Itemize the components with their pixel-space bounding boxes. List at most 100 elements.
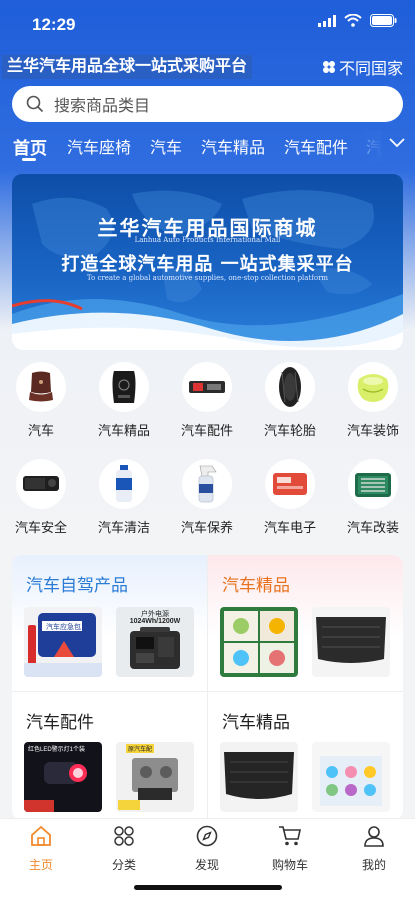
battery-icon	[370, 14, 397, 27]
category-label: 汽车配件	[180, 423, 233, 438]
product-thumb[interactable]: 红色LED警示灯1个装	[24, 742, 102, 812]
category-car-parts[interactable]: 汽车配件	[170, 362, 244, 439]
tab-car-parts[interactable]: 汽车配件	[284, 134, 348, 158]
card-title: 汽车配件	[26, 713, 94, 732]
category-label: 汽车精品	[97, 423, 150, 438]
category-cleaning[interactable]: 汽车清洁	[87, 459, 161, 536]
card-self-drive[interactable]: 汽车自驾产品 汽车应急包 户外电源 1024Wh/1200W	[12, 555, 207, 691]
card-title: 汽车自驾产品	[26, 576, 128, 595]
tool-case-icon	[355, 473, 391, 497]
category-icon-wrap	[182, 459, 232, 509]
product-thumb[interactable]: 户外电源 1024Wh/1200W	[116, 607, 194, 677]
carousel-dot[interactable]	[180, 336, 194, 341]
product-thumb[interactable]	[312, 742, 390, 812]
tabbar-label: 主页	[28, 858, 53, 872]
tire-icon	[279, 367, 301, 407]
dashcam-icon	[23, 476, 59, 491]
home-indicator	[134, 885, 282, 890]
card-parts[interactable]: 汽车配件 红色LED警示灯1个装 原汽车配	[12, 692, 207, 820]
category-label: 汽车电子	[263, 520, 316, 535]
search-input[interactable]: 搜索商品类目	[12, 86, 403, 122]
tab-car[interactable]: 汽车	[150, 134, 182, 158]
user-icon	[364, 826, 384, 847]
category-maintenance[interactable]: 汽车保养	[170, 459, 244, 536]
category-label: 汽车安全	[14, 520, 67, 535]
category-car-boutique[interactable]: 汽车精品	[87, 362, 161, 439]
home-icon	[31, 825, 51, 846]
air-freshener-icon	[357, 374, 389, 402]
category-safety[interactable]: 汽车安全	[4, 459, 78, 536]
category-icon-wrap	[265, 362, 315, 412]
status-bar: 12:29	[0, 0, 415, 50]
clover-icon	[322, 61, 335, 73]
country-label: 不同国家	[338, 61, 403, 78]
category-decoration[interactable]: 汽车装饰	[336, 362, 410, 439]
tabbar-me[interactable]: 我的	[344, 825, 404, 873]
tab-home[interactable]: 首页	[13, 134, 47, 159]
tabbar-category[interactable]: 分类	[94, 825, 154, 873]
system-icons	[318, 14, 397, 27]
product-thumb[interactable]: 汽车应急包	[24, 607, 102, 677]
chevron-down-icon[interactable]	[389, 138, 405, 148]
category-tires[interactable]: 汽车轮胎	[253, 362, 327, 439]
seat-cushion-icon	[29, 371, 53, 402]
spray-bottle-icon	[198, 465, 217, 503]
status-time: 12:29	[32, 15, 76, 34]
wifi-icon	[344, 14, 362, 27]
title-bar: 兰华汽车用品全球一站式采购平台 不同国家	[0, 55, 415, 81]
freshener-display-image	[320, 756, 382, 806]
category-label: 汽车改装	[346, 520, 399, 535]
thumb-caption: 汽车应急包	[46, 624, 81, 631]
country-selector[interactable]: 不同国家	[322, 55, 403, 79]
carousel-dot[interactable]	[211, 336, 216, 341]
led-warning-light-image	[24, 762, 87, 812]
power-station-image	[130, 627, 180, 669]
category-icon-wrap	[99, 459, 149, 509]
tabbar-discover[interactable]: 发现	[177, 825, 237, 873]
tab-car-boutique[interactable]: 汽车精品	[201, 134, 265, 158]
carousel-dot[interactable]	[222, 336, 227, 341]
tab-indicator	[22, 158, 36, 161]
category-tabs: 首页 汽车座椅 汽车 汽车精品 汽车配件 汽	[0, 130, 415, 162]
signal-icon	[318, 14, 336, 27]
card-boutique-1[interactable]: 汽车精品	[208, 555, 403, 691]
app-title: 兰华汽车用品全球一站式采购平台	[2, 55, 253, 79]
category-modification[interactable]: 汽车改装	[336, 459, 410, 536]
banner-subtitle-en: To create a global automotive supplies, …	[86, 274, 329, 282]
trunk-mat-image	[224, 752, 294, 799]
cart-icon	[279, 826, 301, 846]
card-boutique-2[interactable]: 汽车精品	[208, 692, 403, 820]
product-thumb[interactable]	[220, 742, 298, 812]
product-thumb[interactable]: 原汽车配	[116, 742, 194, 812]
banner-title-en: Lanhua Auto Products International Mall	[134, 236, 281, 244]
tab-car-seats[interactable]: 汽车座椅	[67, 134, 131, 158]
abs-pump-image	[118, 758, 178, 810]
tabbar-label: 我的	[361, 858, 386, 872]
category-icon-wrap	[16, 362, 66, 412]
category-label: 汽车装饰	[346, 423, 399, 438]
compass-icon	[196, 825, 218, 847]
product-thumb[interactable]	[312, 607, 390, 677]
tabbar-label: 发现	[194, 858, 219, 872]
category-icon-wrap	[265, 459, 315, 509]
electronic-box-icon	[273, 473, 307, 495]
carousel-dot[interactable]	[200, 336, 205, 341]
category-icon-wrap	[16, 459, 66, 509]
cleaner-bottle-icon	[116, 465, 132, 502]
tabbar-label: 购物车	[271, 858, 308, 872]
air-freshener-box-image	[224, 611, 294, 673]
trunk-mat-image	[316, 617, 386, 663]
category-label: 汽车保养	[180, 520, 233, 535]
tabbar-label: 分类	[111, 858, 136, 872]
category-icon-wrap	[348, 362, 398, 412]
tabbar-cart[interactable]: 购物车	[260, 825, 320, 873]
category-label: 汽车轮胎	[263, 423, 316, 438]
category-car[interactable]: 汽车	[4, 362, 78, 439]
promo-banner[interactable]: 兰华汽车用品国际商城 Lanhua Auto Products Internat…	[12, 174, 403, 350]
product-thumb[interactable]	[220, 607, 298, 677]
card-title: 汽车精品	[222, 576, 290, 595]
category-icon	[114, 826, 134, 846]
category-icon-wrap	[348, 459, 398, 509]
tabbar-home[interactable]: 主页	[11, 825, 71, 873]
category-electronics[interactable]: 汽车电子	[253, 459, 327, 536]
